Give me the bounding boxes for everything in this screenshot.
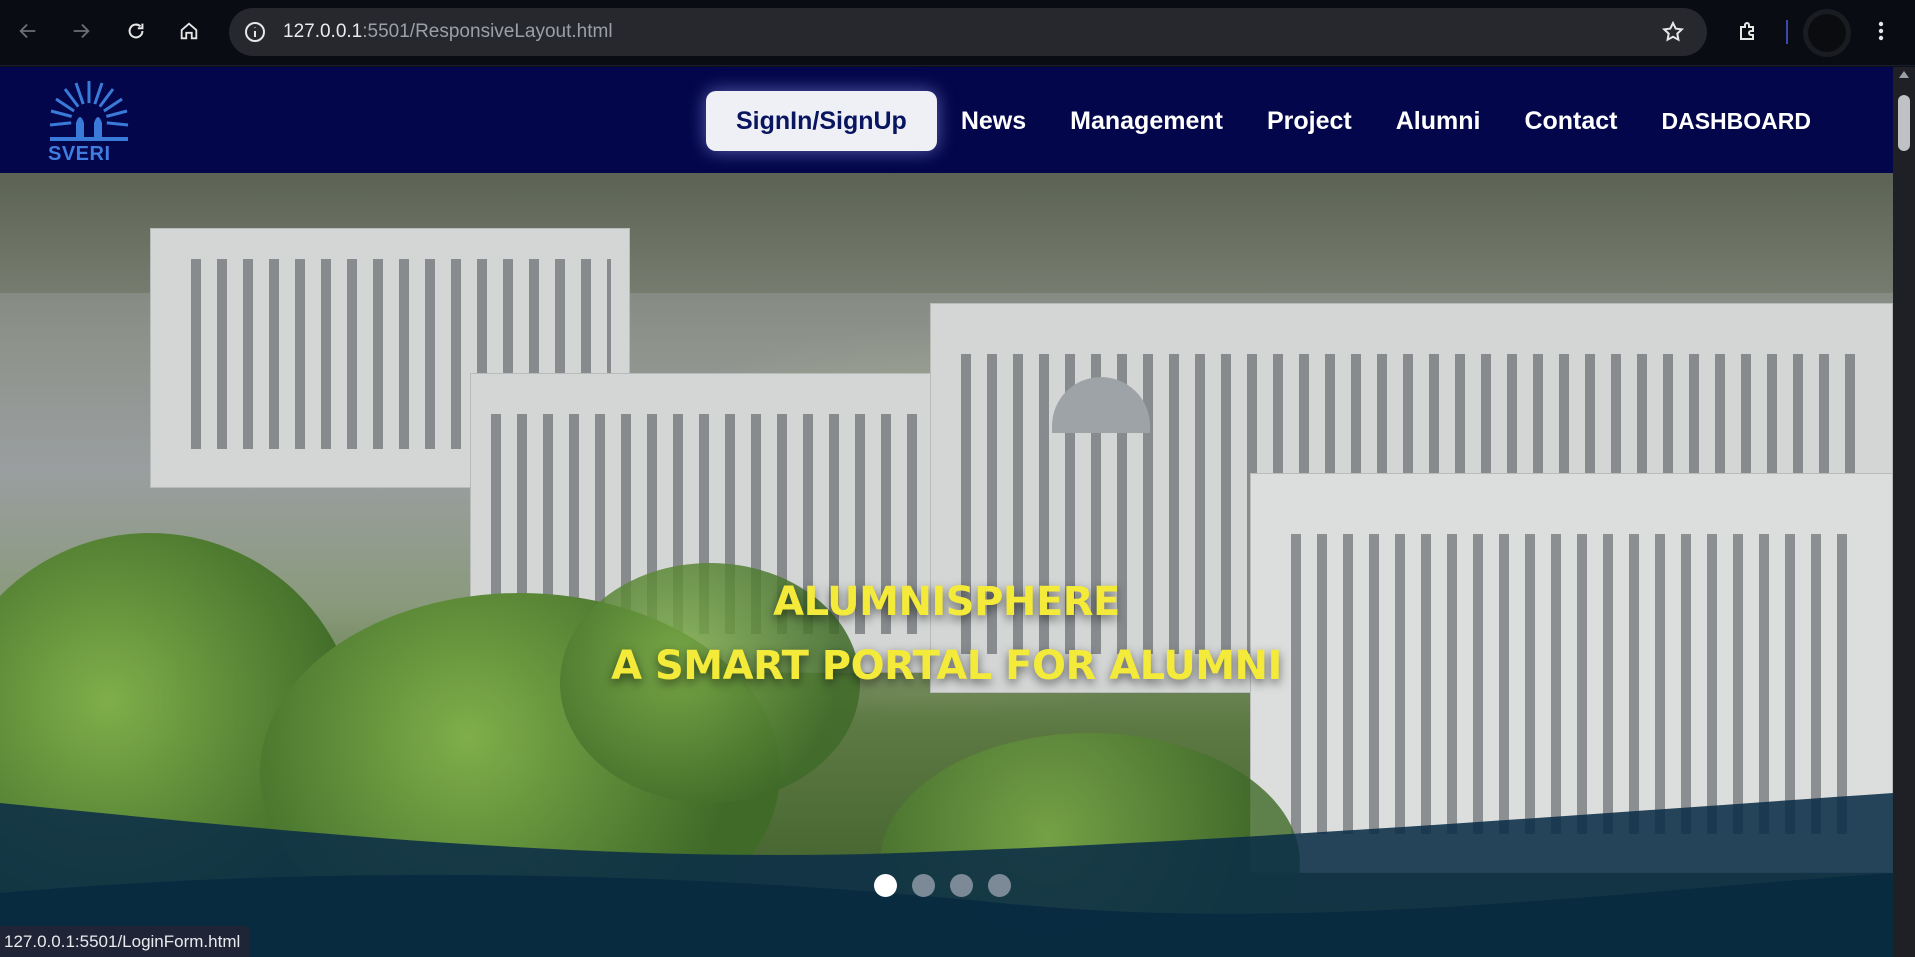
- site-header: SVERI SignIn/SignUp News Management Proj…: [0, 67, 1893, 173]
- hero-wave: [0, 793, 1893, 957]
- url-text[interactable]: 127.0.0.1:5501/ResponsiveLayout.html: [283, 21, 613, 43]
- page-scrollbar[interactable]: [1893, 67, 1915, 957]
- nav-project[interactable]: Project: [1245, 107, 1374, 136]
- web-page: SVERI SignIn/SignUp News Management Proj…: [0, 67, 1893, 957]
- nav-management[interactable]: Management: [1048, 107, 1245, 136]
- hero-slider: ALUMNISPHERE A SMART PORTAL FOR ALUMNI: [0, 173, 1893, 957]
- main-nav: SignIn/SignUp News Management Project Al…: [706, 91, 1833, 151]
- slider-dot[interactable]: [912, 874, 935, 897]
- nav-alumni[interactable]: Alumni: [1374, 107, 1503, 136]
- slider-dots: [874, 874, 1011, 897]
- slider-dot[interactable]: [874, 874, 897, 897]
- forward-icon[interactable]: [63, 13, 99, 49]
- browser-toolbar: 127.0.0.1:5501/ResponsiveLayout.html: [0, 0, 1915, 66]
- address-bar[interactable]: 127.0.0.1:5501/ResponsiveLayout.html: [229, 8, 1707, 56]
- slider-dot[interactable]: [988, 874, 1011, 897]
- scroll-up-icon[interactable]: [1899, 71, 1909, 78]
- toolbar-divider: [1786, 20, 1788, 44]
- url-host: 127.0.0.1: [283, 21, 363, 42]
- url-path: :5501/ResponsiveLayout.html: [362, 21, 613, 42]
- scrollbar-thumb[interactable]: [1898, 95, 1910, 151]
- nav-contact[interactable]: Contact: [1502, 107, 1639, 136]
- back-icon[interactable]: [10, 13, 46, 49]
- more-icon[interactable]: [1866, 13, 1896, 49]
- logo-text: SVERI: [48, 143, 111, 165]
- nav-dashboard[interactable]: DASHBOARD: [1640, 108, 1834, 135]
- home-icon[interactable]: [171, 13, 207, 49]
- info-icon[interactable]: [241, 18, 269, 46]
- status-bar-url: 127.0.0.1:5501/LoginForm.html: [0, 926, 251, 957]
- star-icon[interactable]: [1661, 20, 1685, 49]
- profile-avatar[interactable]: [1803, 9, 1851, 57]
- signin-signup-button[interactable]: SignIn/SignUp: [706, 91, 937, 151]
- reload-icon[interactable]: [118, 13, 154, 49]
- extensions-icon[interactable]: [1730, 13, 1766, 49]
- slider-dot[interactable]: [950, 874, 973, 897]
- nav-news[interactable]: News: [939, 107, 1048, 136]
